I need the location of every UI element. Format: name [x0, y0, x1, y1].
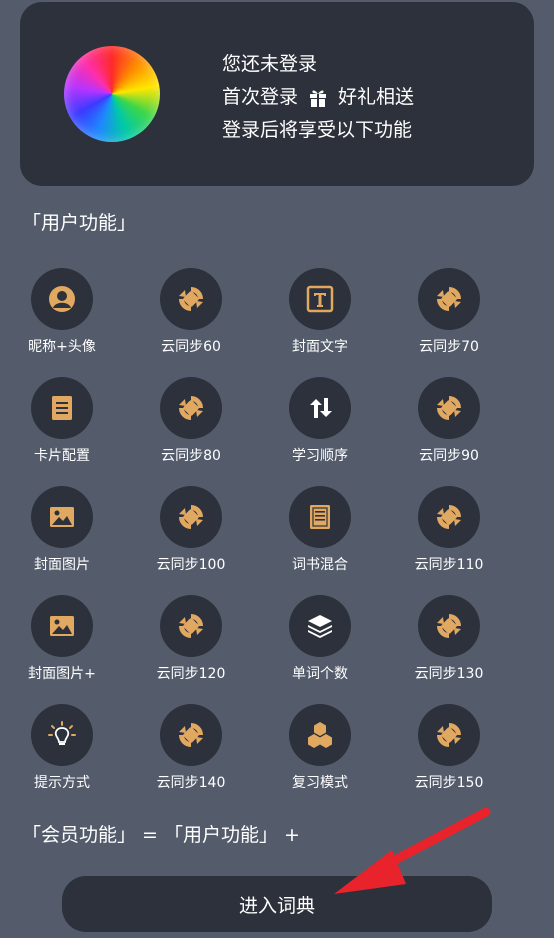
- feature-item[interactable]: 云同步150: [389, 704, 509, 792]
- feature-item[interactable]: 封面图片: [2, 486, 122, 574]
- login-prompt: 您还未登录 首次登录 好礼相送 登录后将享受以下功能: [222, 48, 414, 147]
- section-title-user-features: 「用户功能」: [22, 212, 137, 234]
- sync-icon: [160, 595, 222, 657]
- feature-item[interactable]: 云同步120: [131, 595, 251, 683]
- sync-icon: [418, 377, 480, 439]
- feature-label: 学习顺序: [292, 448, 348, 464]
- feature-item[interactable]: 复习模式: [260, 704, 380, 792]
- login-status-text: 您还未登录: [222, 53, 318, 75]
- member-features-line: 「会员功能」 = 「用户功能」 +: [22, 824, 300, 846]
- feature-label: 提示方式: [34, 775, 90, 791]
- feature-label: 云同步150: [414, 775, 484, 791]
- card-icon: [31, 377, 93, 439]
- feature-label: 复习模式: [292, 775, 348, 791]
- sync-icon: [160, 268, 222, 330]
- feature-item[interactable]: 卡片配置: [2, 377, 122, 465]
- feature-label: 云同步70: [419, 339, 479, 355]
- feature-item[interactable]: 云同步90: [389, 377, 509, 465]
- sync-icon: [418, 595, 480, 657]
- feature-item[interactable]: 云同步80: [131, 377, 251, 465]
- feature-item[interactable]: 云同步60: [131, 268, 251, 356]
- first-login-line: 首次登录 好礼相送: [222, 81, 414, 114]
- sync-icon: [418, 486, 480, 548]
- sync-icon: [418, 704, 480, 766]
- feature-item[interactable]: 云同步110: [389, 486, 509, 574]
- feature-item[interactable]: 昵称+头像: [2, 268, 122, 356]
- feature-item[interactable]: 提示方式: [2, 704, 122, 792]
- feature-label: 云同步140: [156, 775, 226, 791]
- user-icon: [31, 268, 93, 330]
- feature-label: 单词个数: [292, 666, 348, 682]
- lightbulb-icon: [31, 704, 93, 766]
- feature-label: 卡片配置: [34, 448, 90, 464]
- sync-icon: [418, 268, 480, 330]
- annotation-arrow: [334, 807, 491, 894]
- sync-icon: [160, 486, 222, 548]
- sync-icon: [160, 377, 222, 439]
- feature-item[interactable]: 词书混合: [260, 486, 380, 574]
- feature-item[interactable]: 云同步100: [131, 486, 251, 574]
- image-icon: [31, 595, 93, 657]
- feature-label: 云同步90: [419, 448, 479, 464]
- feature-item[interactable]: 封面文字: [260, 268, 380, 356]
- feature-label: 封面图片+: [28, 666, 96, 682]
- feature-label: 云同步100: [156, 557, 226, 573]
- first-login-text: 首次登录: [222, 86, 299, 108]
- gift-text: 好礼相送: [338, 86, 415, 108]
- feature-item[interactable]: 云同步140: [131, 704, 251, 792]
- layers-icon: [289, 595, 351, 657]
- image-icon: [31, 486, 93, 548]
- feature-item[interactable]: 单词个数: [260, 595, 380, 683]
- feature-label: 封面文字: [292, 339, 348, 355]
- login-benefit-text: 登录后将享受以下功能: [222, 119, 413, 141]
- feature-label: 封面图片: [34, 557, 90, 573]
- feature-item[interactable]: 学习顺序: [260, 377, 380, 465]
- avatar[interactable]: [64, 46, 160, 142]
- login-card[interactable]: 您还未登录 首次登录 好礼相送 登录后将享受以下功能: [20, 2, 534, 186]
- sync-icon: [160, 704, 222, 766]
- feature-item[interactable]: 云同步130: [389, 595, 509, 683]
- feature-item[interactable]: 云同步70: [389, 268, 509, 356]
- feature-label: 云同步80: [161, 448, 221, 464]
- feature-label: 云同步120: [156, 666, 226, 682]
- sort-icon: [289, 377, 351, 439]
- gift-icon: [310, 90, 327, 107]
- feature-label: 云同步110: [414, 557, 484, 573]
- feature-label: 昵称+头像: [28, 339, 96, 355]
- feature-label: 云同步130: [414, 666, 484, 682]
- book-icon: [289, 486, 351, 548]
- feature-label: 词书混合: [292, 557, 348, 573]
- feature-item[interactable]: 封面图片+: [2, 595, 122, 683]
- feature-label: 云同步60: [161, 339, 221, 355]
- hexagons-icon: [289, 704, 351, 766]
- text-icon: [289, 268, 351, 330]
